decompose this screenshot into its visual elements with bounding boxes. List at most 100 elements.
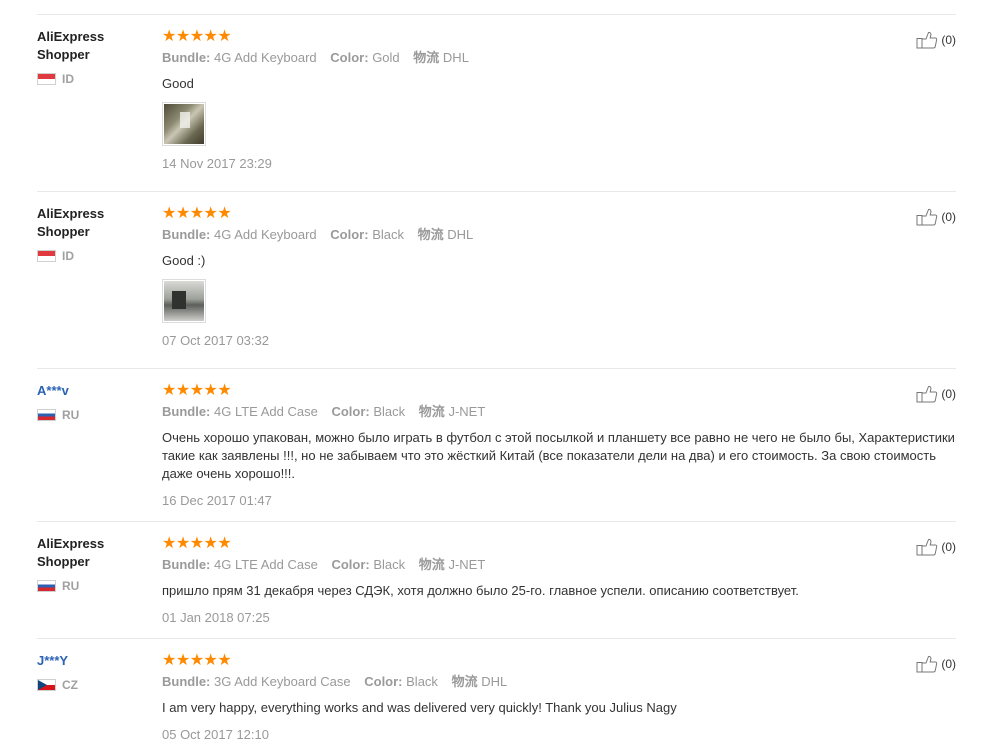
- flag-ru-icon: [37, 409, 56, 421]
- flag-id-icon: [37, 73, 56, 85]
- review-date: 16 Dec 2017 01:47: [162, 493, 272, 508]
- color-label: Color:: [330, 227, 369, 242]
- review-item: AliExpress Shopper RU ★★★★★ Bundle: 4G L…: [37, 522, 956, 639]
- shipping-value: J-NET: [448, 404, 486, 419]
- review-photo-thumbnail[interactable]: [162, 279, 206, 323]
- review-text: пришло прям 31 декабря через СДЭК, хотя …: [162, 583, 799, 598]
- reviewer-info: A***v RU: [37, 382, 147, 422]
- reviewer-info: J***Y CZ: [37, 652, 147, 692]
- shipping-label: 物流: [413, 50, 440, 65]
- shipping-value: DHL: [481, 674, 508, 689]
- reviewer-name: AliExpress Shopper: [37, 29, 105, 62]
- shipping-label: 物流: [417, 227, 444, 242]
- star-rating: ★★★★★: [162, 652, 232, 669]
- shipping-label: 物流: [451, 674, 478, 689]
- review-date: 14 Nov 2017 23:29: [162, 156, 272, 171]
- order-info: Bundle: 4G Add Keyboard Color: Gold 物流 D…: [162, 50, 882, 66]
- review-body: ★★★★★ Bundle: 4G Add Keyboard Color: Gol…: [162, 29, 882, 172]
- review-item: J***Y CZ ★★★★★ Bundle: 3G Add Keyboard C…: [37, 639, 956, 747]
- reviewer-info: AliExpress Shopper ID: [37, 28, 147, 86]
- color-value: Gold: [372, 50, 400, 65]
- reviewer-name: AliExpress Shopper: [37, 536, 105, 569]
- order-info: Bundle: 4G LTE Add Case Color: Black 物流 …: [162, 404, 882, 420]
- bundle-value: 4G Add Keyboard: [214, 50, 317, 65]
- bundle-value: 3G Add Keyboard Case: [214, 674, 351, 689]
- reviewer-info: AliExpress Shopper RU: [37, 535, 147, 593]
- country-code: RU: [62, 408, 80, 422]
- bundle-value: 4G LTE Add Case: [214, 557, 318, 572]
- helpful-count: (0): [941, 33, 956, 47]
- review-item: A***v RU ★★★★★ Bundle: 4G LTE Add Case C…: [37, 369, 956, 522]
- star-rating: ★★★★★: [162, 382, 232, 399]
- order-info: Bundle: 4G Add Keyboard Color: Black 物流 …: [162, 227, 882, 243]
- color-label: Color:: [364, 674, 403, 689]
- country-code: CZ: [62, 678, 78, 692]
- color-value: Black: [373, 404, 406, 419]
- reviewer-country: RU: [37, 408, 147, 422]
- thumbs-up-icon: [916, 538, 938, 556]
- country-code: RU: [62, 579, 80, 593]
- reviewer-country: RU: [37, 579, 147, 593]
- shipping-label: 物流: [418, 404, 445, 419]
- bundle-label: Bundle:: [162, 557, 211, 572]
- helpful-vote-button[interactable]: (0): [916, 385, 956, 403]
- review-item: AliExpress Shopper ID ★★★★★ Bundle: 4G A…: [37, 192, 956, 369]
- flag-cz-icon: [37, 679, 56, 691]
- thumbs-up-icon: [916, 31, 938, 49]
- color-value: Black: [406, 674, 438, 689]
- country-code: ID: [62, 72, 74, 86]
- review-text: I am very happy, everything works and wa…: [162, 700, 677, 715]
- bundle-value: 4G LTE Add Case: [214, 404, 318, 419]
- reviewer-country: ID: [37, 249, 147, 263]
- reviewer-country: CZ: [37, 678, 147, 692]
- bundle-value: 4G Add Keyboard: [214, 227, 317, 242]
- flag-ru-icon: [37, 580, 56, 592]
- reviewer-name-link[interactable]: J***Y: [37, 652, 147, 670]
- reviewer-country: ID: [37, 72, 147, 86]
- bundle-label: Bundle:: [162, 50, 211, 65]
- color-label: Color:: [331, 404, 370, 419]
- country-code: ID: [62, 249, 74, 263]
- shipping-value: DHL: [442, 50, 469, 65]
- color-label: Color:: [331, 557, 370, 572]
- reviewer-name-link[interactable]: A***v: [37, 382, 147, 400]
- thumbs-up-icon: [916, 208, 938, 226]
- star-rating: ★★★★★: [162, 28, 232, 45]
- review-item: AliExpress Shopper ID ★★★★★ Bundle: 4G A…: [37, 15, 956, 192]
- helpful-vote-button[interactable]: (0): [916, 655, 956, 673]
- bundle-label: Bundle:: [162, 227, 211, 242]
- helpful-count: (0): [941, 387, 956, 401]
- flag-id-icon: [37, 250, 56, 262]
- review-text: Good :): [162, 253, 206, 268]
- color-value: Black: [372, 227, 404, 242]
- color-value: Black: [373, 557, 406, 572]
- review-date: 01 Jan 2018 07:25: [162, 610, 270, 625]
- helpful-count: (0): [941, 210, 956, 224]
- helpful-vote-button[interactable]: (0): [916, 208, 956, 226]
- review-body: ★★★★★ Bundle: 3G Add Keyboard Case Color…: [162, 653, 882, 743]
- helpful-count: (0): [941, 657, 956, 671]
- review-body: ★★★★★ Bundle: 4G LTE Add Case Color: Bla…: [162, 382, 955, 509]
- review-text: Очень хорошо упакован, можно было играть…: [162, 430, 955, 481]
- star-rating: ★★★★★: [162, 535, 232, 552]
- review-text: Good: [162, 76, 194, 91]
- helpful-vote-button[interactable]: (0): [916, 31, 956, 49]
- shipping-label: 物流: [418, 557, 445, 572]
- bundle-label: Bundle:: [162, 674, 211, 689]
- helpful-vote-button[interactable]: (0): [916, 538, 956, 556]
- order-info: Bundle: 4G LTE Add Case Color: Black 物流 …: [162, 557, 882, 573]
- review-photo-thumbnail[interactable]: [162, 102, 206, 146]
- reviewer-name: AliExpress Shopper: [37, 206, 105, 239]
- review-body: ★★★★★ Bundle: 4G Add Keyboard Color: Bla…: [162, 206, 882, 349]
- shipping-value: J-NET: [448, 557, 486, 572]
- reviewer-info: AliExpress Shopper ID: [37, 205, 147, 263]
- review-date: 05 Oct 2017 12:10: [162, 727, 269, 742]
- order-info: Bundle: 3G Add Keyboard Case Color: Blac…: [162, 674, 882, 690]
- review-body: ★★★★★ Bundle: 4G LTE Add Case Color: Bla…: [162, 536, 882, 626]
- review-date: 07 Oct 2017 03:32: [162, 333, 269, 348]
- color-label: Color:: [330, 50, 369, 65]
- thumbs-up-icon: [916, 385, 938, 403]
- shipping-value: DHL: [447, 227, 474, 242]
- helpful-count: (0): [941, 540, 956, 554]
- star-rating: ★★★★★: [162, 205, 232, 222]
